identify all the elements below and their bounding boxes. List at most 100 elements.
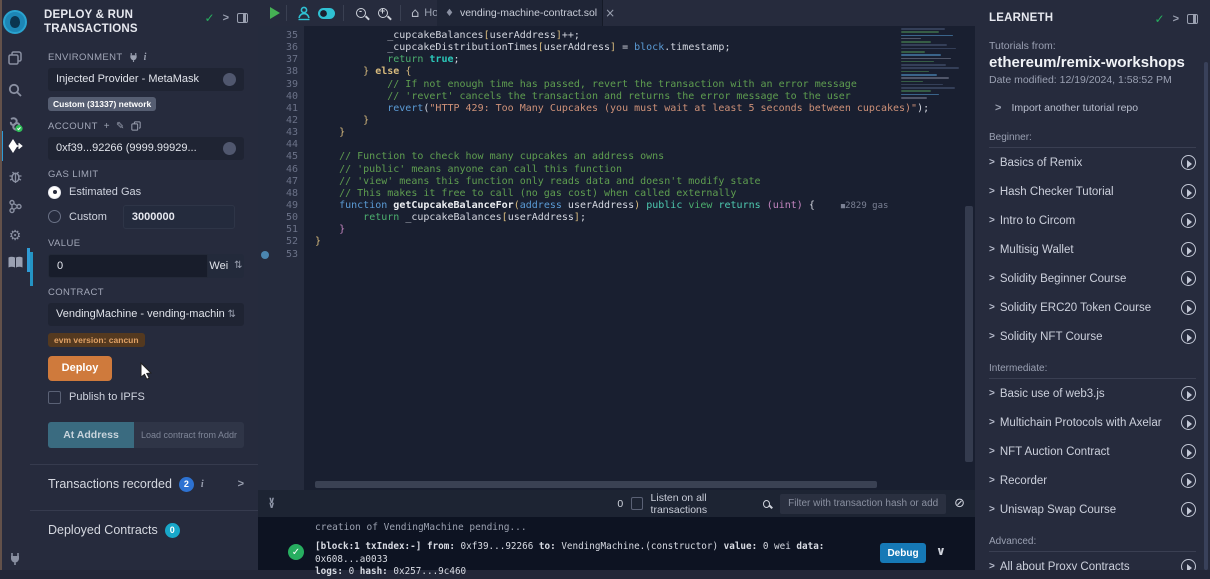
code-line[interactable]: 38 } else { [258, 66, 929, 78]
panel-scrollbar[interactable] [30, 252, 33, 286]
sidebar-item-search[interactable] [0, 76, 30, 104]
expand-panel-icon[interactable]: > [1173, 13, 1179, 25]
breakpoint-gutter[interactable] [258, 188, 272, 200]
play-tutorial-icon[interactable] [1181, 184, 1196, 199]
remix-ai-assistant-icon[interactable] [293, 2, 315, 24]
unit-stepper-icon[interactable]: ⇅ [234, 260, 242, 271]
tutorial-item-basics-of-remix[interactable]: >Basics of Remix [975, 148, 1210, 177]
sidebar-item-learneth[interactable] [0, 248, 30, 276]
expand-tx-icon[interactable]: ∨ [936, 544, 946, 558]
breakpoint-gutter[interactable] [258, 224, 272, 236]
contract-select[interactable]: VendingMachine - vending-machin ⇅ [48, 303, 244, 326]
tutorial-item-solidity-beginner-course[interactable]: >Solidity Beginner Course [975, 264, 1210, 293]
code-line[interactable]: 51 } [258, 224, 929, 236]
debug-button[interactable]: Debug [880, 543, 926, 563]
play-tutorial-icon[interactable] [1181, 559, 1196, 570]
listen-checkbox[interactable] [631, 497, 642, 510]
play-tutorial-icon[interactable] [1181, 213, 1196, 228]
run-script-icon[interactable] [270, 7, 280, 19]
breakpoint-gutter[interactable] [258, 115, 272, 127]
pin-panel-icon[interactable] [1187, 14, 1198, 24]
play-tutorial-icon[interactable] [1181, 271, 1196, 286]
account-copy-icon[interactable] [223, 142, 236, 155]
sidebar-item-deploy-run[interactable] [0, 132, 30, 160]
breakpoint-gutter[interactable] [258, 200, 272, 212]
tutorial-item-multisig-wallet[interactable]: >Multisig Wallet [975, 235, 1210, 264]
expand-terminal-icon[interactable]: ∨∨ [268, 499, 275, 509]
breakpoint-gutter[interactable] [258, 127, 272, 139]
play-tutorial-icon[interactable] [1181, 300, 1196, 315]
breakpoint-gutter[interactable] [258, 79, 272, 91]
play-tutorial-icon[interactable] [1181, 415, 1196, 430]
at-address-button[interactable]: At Address [48, 422, 134, 448]
code-line[interactable]: 53 [258, 249, 929, 261]
code-line[interactable]: 40 // 'revert' cancels the transaction a… [258, 91, 929, 103]
remix-logo[interactable] [0, 8, 30, 36]
code-line[interactable]: 46 // 'public' means anyone can call thi… [258, 164, 929, 176]
breakpoint-gutter[interactable] [258, 66, 272, 78]
pin-panel-icon[interactable] [237, 13, 248, 23]
code-line[interactable]: 37 return true; [258, 54, 929, 66]
breakpoint-dot[interactable] [261, 251, 269, 259]
tutorial-item-nft-auction-contract[interactable]: >NFT Auction Contract [975, 437, 1210, 466]
tutorial-item-all-about-proxy-contracts[interactable]: >All about Proxy Contracts [975, 552, 1210, 570]
sidebar-item-unit-testing[interactable] [0, 192, 30, 220]
info-icon[interactable]: i [201, 479, 204, 490]
terminal-log[interactable]: creation of VendingMachine pending... ✓ … [258, 517, 975, 570]
breakpoint-gutter[interactable] [258, 176, 272, 188]
sidebar-item-settings[interactable]: ⚙ [0, 222, 30, 250]
tab-vending-machine-contract[interactable]: ♦ vending-machine-contract.sol × [437, 0, 603, 26]
vertical-scrollbar[interactable] [965, 206, 973, 462]
play-tutorial-icon[interactable] [1181, 155, 1196, 170]
gas-estimate-widget[interactable]: 2829 gas [841, 201, 889, 211]
tutorial-item-recorder[interactable]: >Recorder [975, 466, 1210, 495]
publish-checkbox[interactable] [48, 391, 61, 404]
at-address-input[interactable] [134, 422, 244, 448]
editor-minimap[interactable] [901, 28, 963, 110]
horizontal-scrollbar[interactable] [315, 481, 877, 488]
breakpoint-gutter[interactable] [258, 139, 272, 151]
terminal-filter-input[interactable] [780, 494, 946, 514]
breakpoint-gutter[interactable] [258, 54, 272, 66]
breakpoint-gutter[interactable] [258, 164, 272, 176]
gas-custom-input[interactable] [123, 205, 235, 229]
tutorial-item-solidity-nft-course[interactable]: >Solidity NFT Course [975, 322, 1210, 351]
info-icon[interactable]: i [144, 52, 147, 63]
value-unit-select[interactable]: Wei ⇅ [208, 254, 244, 278]
tutorial-item-basic-use-of-web3-js[interactable]: >Basic use of web3.js [975, 379, 1210, 408]
tutorial-item-multichain-protocols-with-axelar[interactable]: >Multichain Protocols with Axelar [975, 408, 1210, 437]
sidebar-item-plugin-manager[interactable] [0, 544, 30, 572]
zoom-out-icon[interactable]: - [350, 2, 372, 24]
tutorial-item-solidity-erc20-token-course[interactable]: >Solidity ERC20 Token Course [975, 293, 1210, 322]
publish-ipfs-row[interactable]: Publish to IPFS [48, 391, 244, 404]
environment-settings-icon[interactable] [223, 73, 236, 86]
sidebar-item-debugger[interactable] [0, 162, 30, 190]
gas-custom-option[interactable]: Custom [48, 205, 244, 229]
code-line[interactable]: 36 _cupcakeDistributionTimes[userAddress… [258, 42, 929, 54]
value-input[interactable] [48, 254, 208, 278]
code-line[interactable]: 50 return _cupcakeBalances[userAddress]; [258, 212, 929, 224]
deployed-contracts-row[interactable]: Deployed Contracts 0 [48, 511, 244, 540]
tx-log-entry[interactable]: [block:1 txIndex:-] from: 0xf39...92266 … [315, 541, 870, 579]
play-tutorial-icon[interactable] [1181, 329, 1196, 344]
breakpoint-gutter[interactable] [258, 212, 272, 224]
environment-select[interactable]: Injected Provider - MetaMask [48, 68, 244, 91]
breakpoint-gutter[interactable] [258, 42, 272, 54]
breakpoint-gutter[interactable] [258, 30, 272, 42]
account-select[interactable]: 0xf39...92266 (9999.99929... [48, 137, 244, 160]
tutorial-item-hash-checker-tutorial[interactable]: >Hash Checker Tutorial [975, 177, 1210, 206]
breakpoint-gutter[interactable] [258, 249, 272, 261]
gas-estimated-option[interactable]: Estimated Gas [48, 186, 244, 199]
breakpoint-gutter[interactable] [258, 151, 272, 163]
radio-unselected-icon[interactable] [48, 210, 61, 223]
close-tab-icon[interactable]: × [605, 6, 615, 20]
ai-toggle-icon[interactable] [315, 2, 337, 24]
code-editor[interactable]: 35 _cupcakeBalances[userAddress]++;36 _c… [258, 26, 975, 490]
clear-terminal-icon[interactable]: ⊘ [954, 496, 965, 511]
code-line[interactable]: 48 // This makes it free to call (no gas… [258, 188, 929, 200]
tutorial-item-uniswap-swap-course[interactable]: >Uniswap Swap Course [975, 495, 1210, 524]
play-tutorial-icon[interactable] [1181, 386, 1196, 401]
tutorial-item-intro-to-circom[interactable]: >Intro to Circom [975, 206, 1210, 235]
sidebar-item-file-explorer[interactable] [0, 44, 30, 72]
breakpoint-gutter[interactable] [258, 236, 272, 248]
